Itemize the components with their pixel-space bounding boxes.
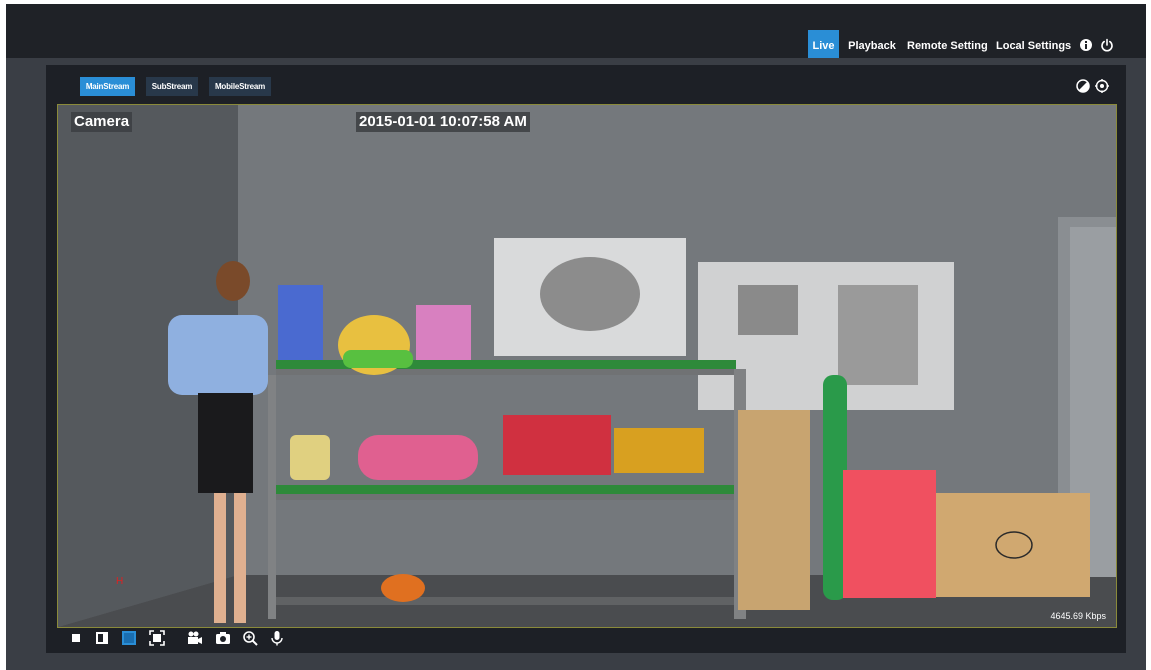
video-panel: MainStream SubStream MobileStream Camera… <box>46 65 1126 653</box>
mobile-stream-button[interactable]: MobileStream <box>209 77 271 96</box>
camera-scene-image <box>58 105 1116 627</box>
fullscreen-icon[interactable] <box>149 630 165 646</box>
video-control-bar <box>56 628 1116 650</box>
bitrate-readout: 4645.69 Kbps <box>1050 611 1106 621</box>
settings-icon[interactable] <box>1095 79 1109 93</box>
recording-marker: H <box>116 576 124 587</box>
live-view-area: MainStream SubStream MobileStream Camera… <box>6 58 1146 670</box>
top-nav-bar: Live Playback Remote Setting Local Setti… <box>6 4 1146 62</box>
info-icon[interactable] <box>1079 38 1093 52</box>
quad-view-icon[interactable] <box>121 630 137 646</box>
stop-icon[interactable] <box>68 630 84 646</box>
color-adjust-icon[interactable] <box>1076 79 1090 93</box>
timestamp-overlay: 2015-01-01 10:07:58 AM <box>356 112 530 132</box>
single-view-icon[interactable] <box>94 630 110 646</box>
record-icon[interactable] <box>187 630 203 646</box>
zoom-in-icon[interactable] <box>242 630 258 646</box>
microphone-icon[interactable] <box>269 630 285 646</box>
power-icon[interactable] <box>1100 38 1114 52</box>
main-stream-button[interactable]: MainStream <box>80 77 135 96</box>
snapshot-icon[interactable] <box>215 630 231 646</box>
sub-stream-button[interactable]: SubStream <box>146 77 198 96</box>
camera-video-feed[interactable]: Camera 2015-01-01 10:07:58 AM H 4645.69 … <box>57 104 1117 628</box>
camera-name-label: Camera <box>71 112 133 132</box>
